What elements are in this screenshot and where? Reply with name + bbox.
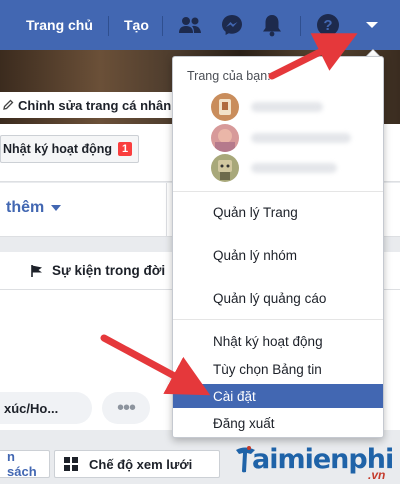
more-tab[interactable]: thêm <box>6 199 62 217</box>
top-navigation-bar: Trang chủ Tạo ? <box>0 0 400 50</box>
feeling-activity-button[interactable]: xúc/Ho... <box>0 392 92 424</box>
grid-icon <box>63 456 79 472</box>
menu-divider <box>173 319 383 320</box>
life-event-label: Sự kiện trong đời <box>52 263 166 278</box>
page-name-blurred[interactable] <box>251 102 323 112</box>
edit-profile-button[interactable]: Chỉnh sửa trang cá nhân <box>0 92 182 118</box>
dropdown-caret-icon <box>51 204 62 212</box>
life-event-button[interactable]: Sự kiện trong đời <box>30 263 165 278</box>
menu-item-news-feed-preferences[interactable]: Tùy chọn Bảng tin <box>173 357 383 381</box>
menu-item-settings[interactable]: Cài đặt <box>173 384 383 408</box>
svg-text:?: ? <box>323 17 332 34</box>
page-name-blurred[interactable] <box>251 133 351 143</box>
help-icon[interactable]: ? <box>314 11 342 39</box>
your-pages-header: Trang của bạn: <box>187 69 271 83</box>
edit-profile-label: Chỉnh sửa trang cá nhân <box>18 97 172 113</box>
activity-log-label: Nhật ký hoạt động <box>3 142 113 156</box>
activity-count-badge: 1 <box>118 142 133 156</box>
page-avatar[interactable] <box>211 124 239 152</box>
list-view-label: n sách <box>7 449 37 479</box>
grid-view-label: Chế độ xem lưới <box>89 456 193 472</box>
nav-divider <box>108 16 109 36</box>
menu-item-manage-ads[interactable]: Quản lý quảng cáo <box>173 286 383 310</box>
more-options-button[interactable]: ••• <box>102 392 150 424</box>
more-tab-label: thêm <box>6 199 45 216</box>
notifications-icon[interactable] <box>258 11 286 39</box>
account-dropdown-menu: Trang của bạn: Quản lý Trang Quản lý nhó… <box>172 56 384 438</box>
page-name-blurred[interactable] <box>251 163 337 173</box>
tab-divider <box>166 183 167 237</box>
pencil-icon <box>2 99 14 111</box>
watermark-logo: aimienphi .vn <box>232 436 400 484</box>
nav-divider <box>300 16 301 36</box>
menu-item-manage-groups[interactable]: Quản lý nhóm <box>173 243 383 267</box>
flag-icon <box>30 264 44 278</box>
nav-divider <box>162 16 163 36</box>
menu-item-activity-log[interactable]: Nhật ký hoạt động <box>173 329 383 353</box>
page-avatar[interactable] <box>211 93 239 121</box>
activity-log-button[interactable]: Nhật ký hoạt động 1 <box>0 135 140 163</box>
more-options-icon: ••• <box>116 396 136 419</box>
menu-item-log-out[interactable]: Đăng xuất <box>173 411 383 435</box>
messenger-icon[interactable] <box>218 11 246 39</box>
friends-icon[interactable] <box>176 11 204 39</box>
page-avatar[interactable] <box>211 154 239 182</box>
feeling-label: xúc/Ho... <box>4 400 59 416</box>
create-link[interactable]: Tạo <box>124 17 149 33</box>
menu-divider <box>173 191 383 192</box>
home-link[interactable]: Trang chủ <box>26 17 93 33</box>
account-menu-icon[interactable] <box>358 11 386 39</box>
menu-item-manage-pages[interactable]: Quản lý Trang <box>173 200 383 224</box>
watermark-suffix: .vn <box>368 468 386 482</box>
grid-view-button[interactable]: Chế độ xem lưới <box>54 450 220 478</box>
list-view-button[interactable]: n sách <box>0 449 50 479</box>
